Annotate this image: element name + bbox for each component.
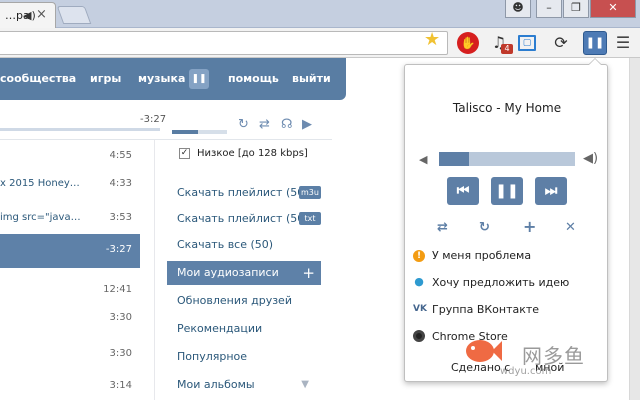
speaker-icon: ◀)	[23, 9, 36, 22]
audio-sidebar: ✓ Низкое [до 128 kbps] Скачать плейлист …	[154, 140, 332, 400]
music-badge: 4	[501, 44, 513, 54]
player-popup: Talisco - My Home ◀ ◀) ⏮ ❚❚ ⏭ ⇄ ↻ + ✕ ! …	[404, 64, 608, 382]
sidebar-item-my-audio[interactable]: Мои аудиозаписи +	[167, 261, 321, 285]
browser-tab[interactable]: …ра ◀) ×	[0, 2, 56, 28]
list-item[interactable]: 3:30	[0, 302, 140, 336]
vk-icon: VK	[413, 304, 427, 314]
list-item[interactable]: img src="java… 3:53	[0, 202, 140, 236]
sidebar-item-label: Рекомендации	[177, 322, 263, 335]
track-duration: 3:14	[109, 380, 132, 391]
track-duration: 3:30	[109, 312, 132, 323]
track-title: img src="java…	[0, 212, 81, 223]
sidebar-item-my-albums[interactable]: Мои альбомы ▼	[167, 373, 321, 397]
nav-music[interactable]: музыка	[138, 72, 185, 85]
chevron-down-icon[interactable]: ▼	[301, 373, 309, 397]
player-time: -3:27	[140, 114, 167, 125]
popup-progress-fill	[439, 152, 469, 166]
nav-logout[interactable]: выйти	[292, 72, 331, 85]
nav-pause-button[interactable]: ❚❚	[189, 69, 209, 89]
menu-idea[interactable]: Хочу предложить идею	[432, 276, 569, 289]
player-volume-fill	[172, 130, 199, 134]
popup-arrow-inner	[589, 59, 601, 65]
new-tab-button[interactable]	[56, 6, 92, 24]
user-icon[interactable]: ☻	[505, 0, 531, 18]
star-icon[interactable]: ★	[424, 29, 440, 50]
address-bar[interactable]	[0, 31, 448, 55]
track-duration: 3:53	[109, 212, 132, 223]
volume-high-icon[interactable]: ◀)	[583, 151, 598, 166]
close-button[interactable]: ✕	[590, 0, 636, 18]
sidebar-item-popular[interactable]: Популярное	[167, 345, 321, 369]
maximize-button[interactable]: ❐	[563, 0, 589, 18]
nav-communities[interactable]: сообщества	[0, 72, 76, 85]
sidebar-item-label: Мои альбомы	[177, 378, 255, 391]
quality-checkbox[interactable]: ✓	[179, 148, 190, 159]
quality-label: Низкое [до 128 kbps]	[197, 148, 308, 159]
download-all-link[interactable]: Скачать все (50)	[177, 238, 273, 251]
fit-screen-icon[interactable]: ▢	[518, 35, 536, 51]
vk-top-nav: сообщества игры музыка ❚❚ помощь выйти	[0, 58, 346, 100]
track-duration: 4:55	[109, 150, 132, 161]
next-button[interactable]: ⏭	[535, 177, 567, 205]
track-duration: 12:41	[103, 284, 132, 295]
add-icon[interactable]: +	[302, 261, 315, 285]
reload-icon[interactable]: ⟳	[550, 32, 572, 54]
fish-logo-icon	[466, 340, 502, 362]
broadcast-icon[interactable]: ▶	[302, 117, 312, 132]
vk-player-icon[interactable]: ❚❚	[583, 31, 607, 55]
player-volume[interactable]	[172, 130, 227, 134]
menu-icon[interactable]: ☰	[612, 32, 634, 54]
watermark-small: wdyu.com	[500, 366, 552, 377]
track-list: 4:55 x 2015 Honey… 4:33 img src="java… 3…	[0, 140, 140, 400]
popup-progress-bar[interactable]	[439, 152, 575, 166]
stop-icon[interactable]: ✋	[457, 32, 479, 54]
shuffle-icon[interactable]: ⇄	[259, 117, 270, 132]
page-scrollbar[interactable]	[629, 58, 640, 400]
lightbulb-icon: ●	[414, 275, 424, 288]
txt-badge: txt	[299, 212, 321, 225]
sidebar-item-recommendations[interactable]: Рекомендации	[167, 317, 321, 341]
chrome-icon	[413, 330, 425, 342]
headphones-icon[interactable]: ☊	[281, 117, 293, 132]
now-playing-title: Talisco - My Home	[452, 101, 562, 115]
sidebar-item-friends-updates[interactable]: Обновления друзей	[167, 289, 321, 313]
repeat-icon[interactable]: ↻	[238, 117, 249, 132]
nav-help[interactable]: помощь	[228, 72, 279, 85]
minimize-button[interactable]: –	[536, 0, 562, 18]
download-playlist-m3u-link[interactable]: Скачать плейлист (50)	[177, 186, 309, 199]
add-icon[interactable]: +	[523, 217, 536, 236]
title-bar: …ра ◀) × ☻ – ❐ ✕	[0, 0, 640, 28]
track-duration: -3:27	[105, 244, 132, 255]
previous-button[interactable]: ⏮	[447, 177, 479, 205]
audio-player-bar: -3:27 ↻ ⇄ ☊ ▶	[0, 100, 332, 140]
pause-button[interactable]: ❚❚	[491, 177, 523, 205]
watermark-text: 网多鱼	[522, 344, 585, 368]
download-playlist-txt-link[interactable]: Скачать плейлист (50)	[177, 212, 309, 225]
list-item-active[interactable]: -3:27	[0, 234, 140, 268]
close-icon[interactable]: ✕	[565, 220, 576, 235]
list-item[interactable]: x 2015 Honey… 4:33	[0, 168, 140, 202]
list-item[interactable]: 3:30	[0, 338, 140, 372]
repeat-icon[interactable]: ↻	[479, 220, 490, 235]
sidebar-item-label: Популярное	[177, 350, 248, 363]
warning-icon: !	[413, 250, 425, 262]
shuffle-icon[interactable]: ⇄	[437, 220, 448, 235]
list-item[interactable]: 3:14	[0, 370, 140, 400]
track-duration: 3:30	[109, 348, 132, 359]
sidebar-item-label: Обновления друзей	[177, 294, 292, 307]
track-title: x 2015 Honey…	[0, 178, 80, 189]
volume-low-icon[interactable]: ◀	[419, 153, 427, 166]
menu-problem[interactable]: У меня проблема	[432, 249, 531, 262]
tab-close-icon[interactable]: ×	[36, 7, 47, 22]
track-duration: 4:33	[109, 178, 132, 189]
player-progress[interactable]	[0, 128, 160, 131]
nav-games[interactable]: игры	[90, 72, 121, 85]
menu-vk-group[interactable]: Группа ВКонтакте	[432, 303, 539, 316]
m3u-badge: m3u	[299, 186, 321, 199]
sidebar-item-label: Мои аудиозаписи	[177, 266, 279, 279]
browser-toolbar: ★ ✋ ♫ ▢ ⟳ ❚❚ ☰	[0, 28, 640, 58]
